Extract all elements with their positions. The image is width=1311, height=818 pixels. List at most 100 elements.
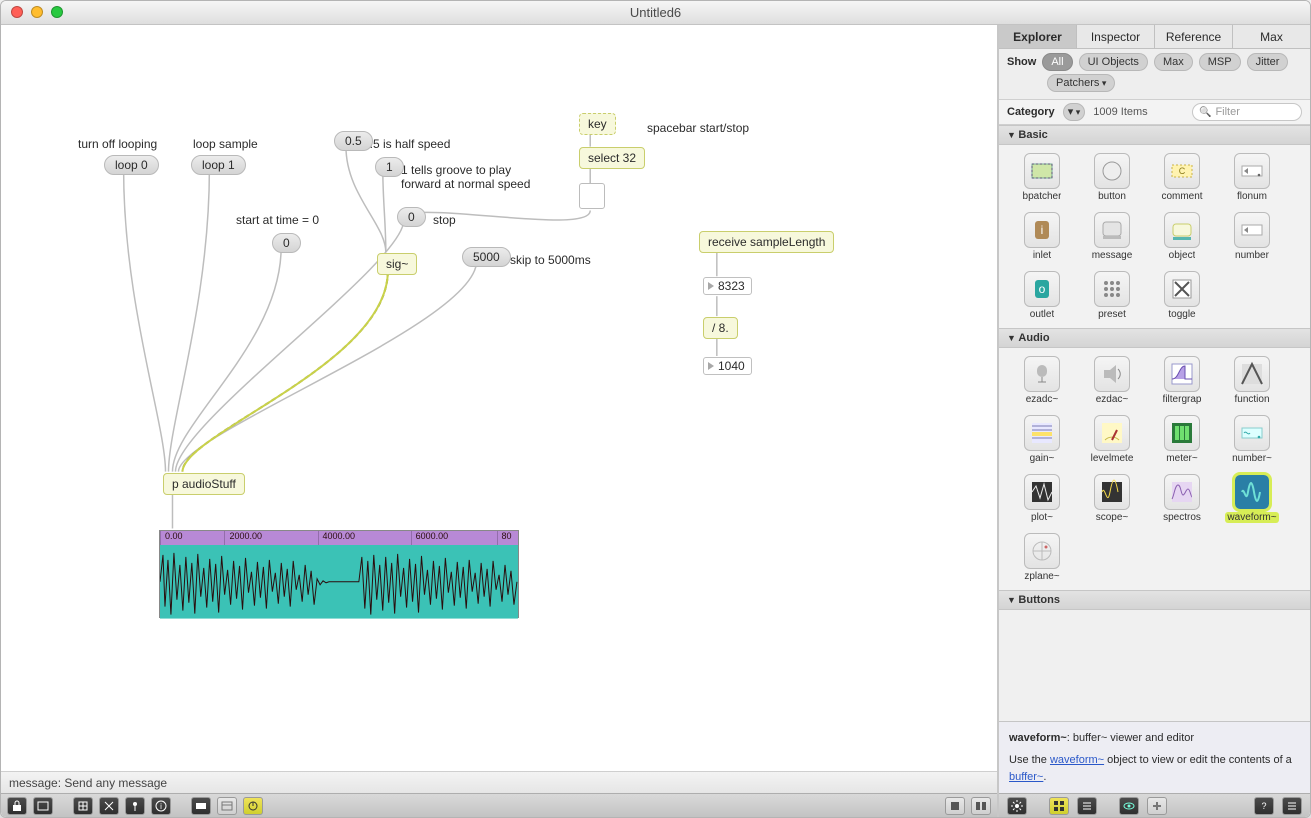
help-link-buffer[interactable]: buffer~ — [1009, 771, 1043, 783]
chip-inlet[interactable]: iinlet — [1013, 212, 1071, 261]
view-split-icon[interactable] — [971, 797, 991, 815]
chip-ezdac[interactable]: ezdac~ — [1083, 356, 1141, 405]
help-icon[interactable]: ? — [1254, 797, 1274, 815]
pill-msp[interactable]: MSP — [1199, 53, 1241, 71]
chip-preset[interactable]: preset — [1083, 271, 1141, 320]
obj-key[interactable]: key — [579, 113, 616, 135]
eye-icon[interactable] — [1119, 797, 1139, 815]
pin-icon[interactable] — [125, 797, 145, 815]
section-basic[interactable]: Basic — [999, 125, 1310, 145]
obj-div-8[interactable]: / 8. — [703, 317, 738, 339]
msg-0-a[interactable]: 0 — [272, 233, 301, 253]
grid-view-icon[interactable] — [1049, 797, 1069, 815]
obj-receive-samplelength[interactable]: receive sampleLength — [699, 231, 834, 253]
audio-on-icon[interactable] — [243, 797, 263, 815]
svg-text:i: i — [1041, 223, 1044, 237]
chip-scope[interactable]: scope~ — [1083, 474, 1141, 523]
titlebar: Untitled6 — [1, 1, 1310, 25]
category-dropdown[interactable]: ▾ — [1063, 103, 1086, 121]
calendar-icon[interactable] — [217, 797, 237, 815]
presentation-icon[interactable] — [191, 797, 211, 815]
patcher-canvas[interactable]: turn off looping loop sample 0.5 is half… — [1, 25, 997, 769]
pill-patchers[interactable]: Patchers — [1047, 74, 1115, 92]
palette[interactable]: Basic bpatcher button Ccomment flonum ii… — [999, 125, 1310, 721]
lock-icon[interactable] — [7, 797, 27, 815]
chip-plot[interactable]: plot~ — [1013, 474, 1071, 523]
zoom-icon[interactable] — [51, 6, 63, 18]
msg-loop0[interactable]: loop 0 — [104, 155, 159, 175]
chip-toggle[interactable]: toggle — [1153, 271, 1211, 320]
grid-icon[interactable] — [73, 797, 93, 815]
msg-5000[interactable]: 5000 — [462, 247, 511, 267]
chip-number-tilde[interactable]: number~ — [1223, 415, 1281, 464]
tab-max[interactable]: Max — [1233, 25, 1310, 48]
menu-icon[interactable] — [1282, 797, 1302, 815]
chip-gain[interactable]: gain~ — [1013, 415, 1071, 464]
new-object-icon[interactable] — [33, 797, 53, 815]
search-input[interactable]: Filter — [1192, 103, 1302, 121]
help-panel: waveform~: buffer~ viewer and editor Use… — [999, 721, 1310, 794]
svg-text:?: ? — [1261, 801, 1266, 811]
patcher-area[interactable]: turn off looping loop sample 0.5 is half… — [1, 25, 998, 817]
pill-all[interactable]: All — [1042, 53, 1072, 71]
chip-object[interactable]: object — [1153, 212, 1211, 261]
chip-filtergraph[interactable]: filtergrap — [1153, 356, 1211, 405]
chip-comment[interactable]: Ccomment — [1153, 153, 1211, 202]
comment-skip: skip to 5000ms — [510, 253, 591, 267]
pill-ui-objects[interactable]: UI Objects — [1079, 53, 1148, 71]
obj-sig[interactable]: sig~ — [377, 253, 417, 275]
section-audio[interactable]: Audio — [999, 328, 1310, 348]
tab-reference[interactable]: Reference — [1155, 25, 1233, 48]
window-controls — [11, 6, 63, 18]
waveform-display — [160, 545, 518, 619]
info-icon[interactable]: i — [151, 797, 171, 815]
chip-function[interactable]: function — [1223, 356, 1281, 405]
tab-inspector[interactable]: Inspector — [1077, 25, 1155, 48]
help-object-name: waveform~ — [1009, 732, 1067, 744]
tab-explorer[interactable]: Explorer — [999, 25, 1077, 48]
view-single-icon[interactable] — [945, 797, 965, 815]
chip-spectroscope[interactable]: spectros — [1153, 474, 1211, 523]
chip-zplane[interactable]: zplane~ — [1013, 533, 1071, 582]
obj-toggle[interactable] — [579, 183, 605, 209]
help-link-waveform[interactable]: waveform~ — [1050, 754, 1104, 766]
num-output[interactable]: 1040 — [703, 357, 752, 375]
num-sample-length[interactable]: 8323 — [703, 277, 752, 295]
comment-loop-off: turn off looping — [78, 137, 157, 151]
comment-spacebar: spacebar start/stop — [647, 121, 749, 135]
section-buttons[interactable]: Buttons — [999, 590, 1310, 610]
obj-select-32[interactable]: select 32 — [579, 147, 645, 169]
chip-outlet[interactable]: ooutlet — [1013, 271, 1071, 320]
chip-levelmeter[interactable]: levelmete — [1083, 415, 1141, 464]
gear-icon[interactable] — [1007, 797, 1027, 815]
chip-meter[interactable]: meter~ — [1153, 415, 1211, 464]
snap-icon[interactable] — [99, 797, 119, 815]
msg-0-b[interactable]: 0 — [397, 207, 426, 227]
msg-loop1[interactable]: loop 1 — [191, 155, 246, 175]
sidebar-tabs: Explorer Inspector Reference Max — [999, 25, 1310, 49]
chip-waveform[interactable]: waveform~ — [1223, 474, 1281, 523]
msg-1[interactable]: 1 — [375, 157, 404, 177]
chip-button[interactable]: button — [1083, 153, 1141, 202]
chip-number[interactable]: number — [1223, 212, 1281, 261]
item-count: 1009 Items — [1093, 106, 1147, 118]
chip-message[interactable]: message — [1083, 212, 1141, 261]
add-icon[interactable] — [1147, 797, 1167, 815]
patch-cables — [1, 25, 997, 743]
obj-waveform[interactable]: 0.00 2000.00 4000.00 6000.00 80 — [159, 530, 519, 618]
chip-bpatcher[interactable]: bpatcher — [1013, 153, 1071, 202]
comment-play-forward: 1 tells groove to play forward at normal… — [401, 163, 530, 191]
pill-max[interactable]: Max — [1154, 53, 1193, 71]
comment-loop-on: loop sample — [193, 137, 258, 151]
svg-text:o: o — [1039, 282, 1046, 296]
chip-flonum[interactable]: flonum — [1223, 153, 1281, 202]
chip-ezadc[interactable]: ezadc~ — [1013, 356, 1071, 405]
list-view-icon[interactable] — [1077, 797, 1097, 815]
waveform-ruler: 0.00 2000.00 4000.00 6000.00 80 — [160, 531, 518, 545]
pill-jitter[interactable]: Jitter — [1247, 53, 1289, 71]
minimize-icon[interactable] — [31, 6, 43, 18]
close-icon[interactable] — [11, 6, 23, 18]
filter-bar: Show All UI Objects Max MSP Jitter Patch… — [999, 49, 1310, 100]
msg-0.5[interactable]: 0.5 — [334, 131, 373, 151]
obj-p-audiostuff[interactable]: p audioStuff — [163, 473, 245, 495]
